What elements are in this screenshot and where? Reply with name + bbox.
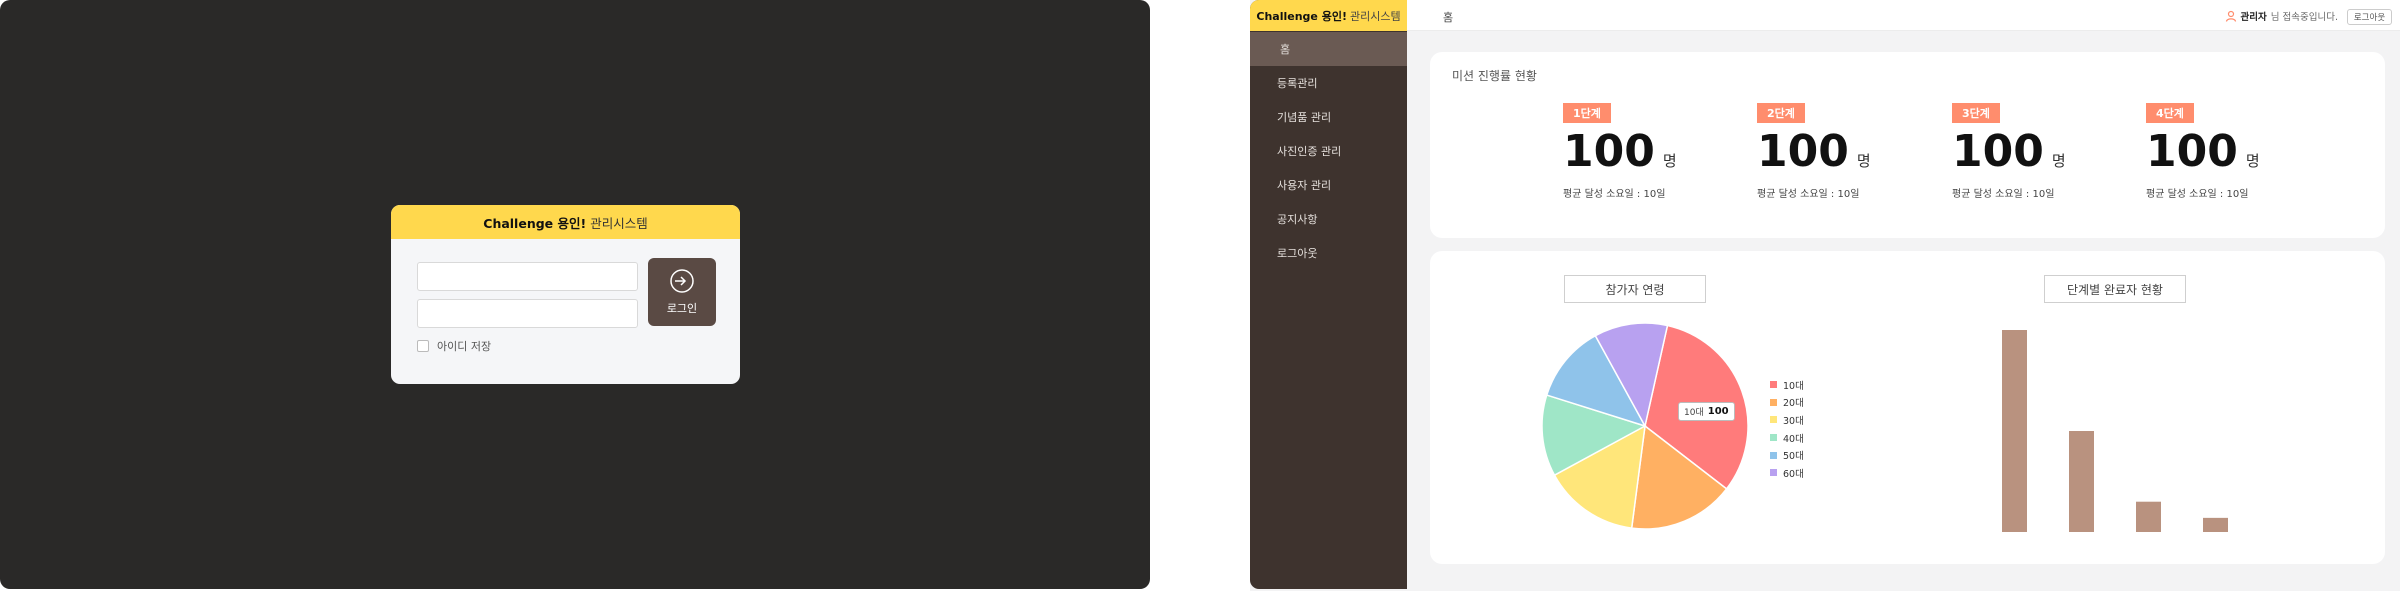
legend-swatch <box>1770 416 1777 424</box>
sidebar-item-notices[interactable]: 공지사항 <box>1250 202 1407 236</box>
legend-label: 20대 <box>1783 398 1804 410</box>
legend-label: 10대 <box>1783 380 1804 392</box>
legend-swatch <box>1770 451 1777 459</box>
bar-1단계[interactable] <box>2002 330 2027 532</box>
legend-label: 40대 <box>1783 433 1804 445</box>
legend-swatch <box>1770 469 1777 477</box>
stage-unit: 명 <box>1662 152 1677 170</box>
stage-count: 100 <box>2146 126 2238 177</box>
legend-item[interactable]: 50대 <box>1770 446 1804 464</box>
stage-badge: 4단계 <box>2146 103 2194 123</box>
sidebar-item-logout[interactable]: 로그아웃 <box>1250 236 1407 270</box>
sidebar-item-souvenir[interactable]: 기념품 관리 <box>1250 100 1407 134</box>
legend-item[interactable]: 10대 <box>1770 376 1804 394</box>
age-chart-title: 참가자 연령 <box>1564 275 1706 303</box>
pie-tooltip: 10대 100 <box>1678 402 1735 421</box>
bar-4단계[interactable] <box>2203 517 2228 532</box>
stage-bar-chart <box>2002 330 2228 532</box>
sidebar-item-registration[interactable]: 등록관리 <box>1250 66 1407 100</box>
user-status-text: 님 접속중입니다. <box>2270 12 2338 23</box>
age-legend: 10대 20대 30대 40대 50대 60대 <box>1770 376 1804 482</box>
breadcrumb[interactable]: 홈 <box>1443 9 1453 25</box>
stage-unit: 명 <box>2051 152 2066 170</box>
stage-count: 100 <box>1952 126 2044 177</box>
age-pie-chart <box>1541 322 1749 530</box>
logout-button[interactable]: 로그아웃 <box>2347 9 2392 25</box>
legend-label: 30대 <box>1783 415 1804 427</box>
sidebar-brand-main: Challenge 용인! <box>1256 9 1347 23</box>
tooltip-label: 10대 <box>1684 408 1704 418</box>
bar-3단계[interactable] <box>2136 501 2161 532</box>
stage-badge: 2단계 <box>1757 103 1805 123</box>
stage-unit: 명 <box>1856 152 1871 170</box>
legend-swatch <box>1770 398 1777 406</box>
sidebar-item-users[interactable]: 사용자 관리 <box>1250 168 1407 202</box>
login-card: Challenge 용인! 관리시스템 로그인 아이디 저장 <box>391 205 740 384</box>
dashboard: Challenge 용인! 관리시스템 홈 등록관리 기념품 관리 사진인증 관… <box>1250 0 2400 591</box>
login-brand: Challenge 용인! 관리시스템 <box>391 205 740 239</box>
stage-count: 100 <box>1563 126 1655 177</box>
stage-badge: 3단계 <box>1952 103 2000 123</box>
stage-badge: 1단계 <box>1563 103 1611 123</box>
charts-card: 참가자 연령 단계별 완료자 현황 10대 20대 30대 40대 50대 60대 10대… <box>1430 251 2385 564</box>
login-screen: Challenge 용인! 관리시스템 로그인 아이디 저장 <box>0 0 1150 589</box>
progress-title: 미션 진행률 현황 <box>1452 69 1537 83</box>
sidebar-item-home[interactable]: 홈 <box>1250 32 1407 66</box>
user-icon <box>2225 10 2236 22</box>
stage-2: 2단계 100 명 평균 달성 소요일 : 10일 <box>1757 102 1917 200</box>
login-button-label: 로그인 <box>666 303 698 315</box>
id-input[interactable] <box>417 262 638 291</box>
legend-item[interactable]: 30대 <box>1770 411 1804 429</box>
stage-note: 평균 달성 소요일 : 10일 <box>1757 189 1860 200</box>
bar-2단계[interactable] <box>2069 431 2094 532</box>
stage-3: 3단계 100 명 평균 달성 소요일 : 10일 <box>1952 102 2112 200</box>
remember-label: 아이디 저장 <box>437 340 492 353</box>
login-button[interactable]: 로그인 <box>648 258 716 326</box>
mission-progress-card: 미션 진행률 현황 1단계 100 명 평균 달성 소요일 : 10일 2단계 1… <box>1430 52 2385 238</box>
topbar: 홈 관리자 님 접속중입니다. 로그아웃 <box>1407 0 2400 31</box>
stage-4: 4단계 100 명 평균 달성 소요일 : 10일 <box>2146 102 2306 200</box>
stage-1: 1단계 100 명 평균 달성 소요일 : 10일 <box>1563 102 1723 200</box>
sidebar-brand[interactable]: Challenge 용인! 관리시스템 <box>1250 0 1407 31</box>
stage-note: 평균 달성 소요일 : 10일 <box>1952 189 2055 200</box>
user-name: 관리자 <box>2240 12 2267 23</box>
remember-id[interactable]: 아이디 저장 <box>417 338 491 354</box>
legend-label: 50대 <box>1783 451 1804 463</box>
password-input[interactable] <box>417 299 638 328</box>
user-status: 관리자 님 접속중입니다. <box>2225 9 2338 23</box>
stage-count: 100 <box>1757 126 1849 177</box>
legend-label: 60대 <box>1783 468 1804 480</box>
stage-chart-title: 단계별 완료자 현황 <box>2044 275 2186 303</box>
legend-swatch <box>1770 434 1777 442</box>
login-enter-icon <box>670 269 694 293</box>
stage-unit: 명 <box>2245 152 2260 170</box>
sidebar: Challenge 용인! 관리시스템 홈 등록관리 기념품 관리 사진인증 관… <box>1250 0 1407 589</box>
legend-item[interactable]: 20대 <box>1770 394 1804 412</box>
stage-note: 평균 달성 소요일 : 10일 <box>1563 189 1666 200</box>
legend-swatch <box>1770 381 1777 389</box>
sidebar-item-photo-verification[interactable]: 사진인증 관리 <box>1250 134 1407 168</box>
brand-main: Challenge 용인! <box>483 215 587 231</box>
tooltip-value: 100 <box>1707 406 1729 417</box>
legend-item[interactable]: 40대 <box>1770 429 1804 447</box>
brand-sub: 관리시스템 <box>590 215 648 231</box>
remember-checkbox[interactable] <box>417 340 429 352</box>
stage-note: 평균 달성 소요일 : 10일 <box>2146 189 2249 200</box>
legend-item[interactable]: 60대 <box>1770 464 1804 482</box>
sidebar-brand-sub: 관리시스템 <box>1349 9 1401 23</box>
